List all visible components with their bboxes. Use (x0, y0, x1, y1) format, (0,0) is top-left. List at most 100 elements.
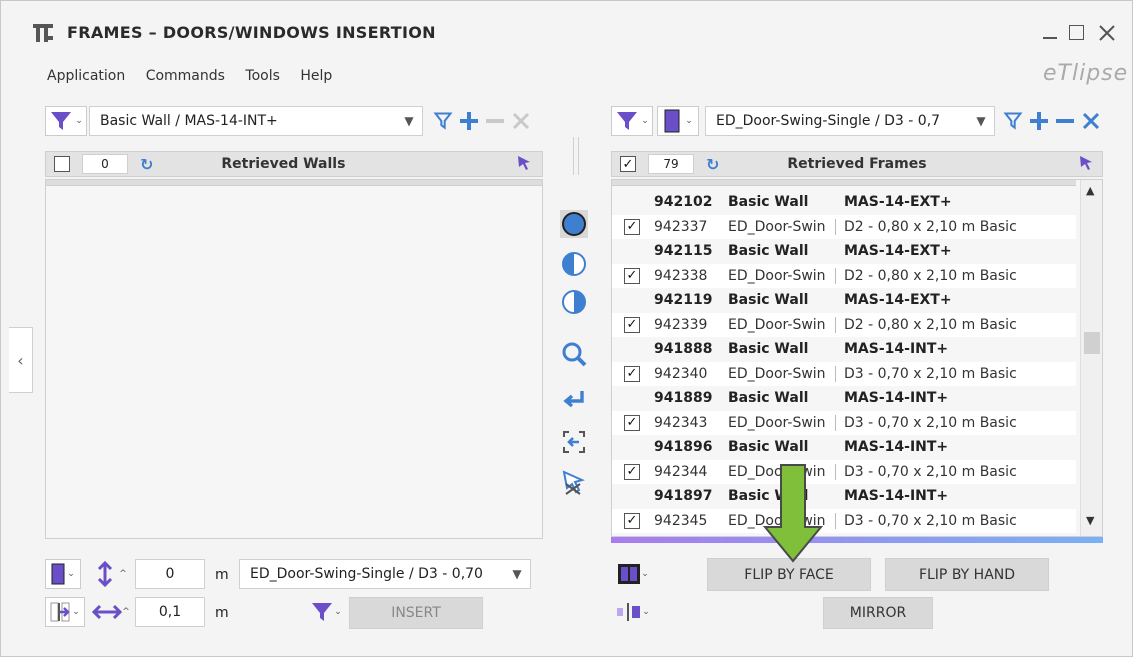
frame-row-category: Basic Wall (728, 341, 809, 357)
apply-frame-filter-button[interactable] (1001, 109, 1025, 133)
frames-rows: 942102 Basic Wall MAS-14-EXT+ ✓ 942337 ED_Doo… (612, 190, 1076, 536)
wall-filter-value: Basic Wall / MAS-14-INT+ (100, 113, 278, 129)
maximize-button[interactable] (1069, 25, 1087, 43)
deselect-button[interactable] (557, 465, 591, 499)
select-cursor-icon[interactable] (516, 154, 532, 174)
frame-row-type: D3 - 0,70 x 2,10 m Basic (844, 414, 1017, 431)
add-button[interactable] (457, 109, 481, 133)
frames-scrollbar[interactable]: ▲ ▼ (1080, 180, 1102, 536)
wall-filter-dropdown[interactable]: Basic Wall / MAS-14-INT+ ▼ (89, 106, 423, 136)
frame-group-row[interactable]: 941896 Basic Wall MAS-14-INT+ (612, 435, 1076, 459)
refresh-icon[interactable]: ↻ (706, 155, 719, 174)
scrollbar-thumb[interactable] (1084, 332, 1100, 354)
frame-row-id: 942337 (654, 218, 708, 235)
flip-mode-button[interactable]: ⌄ (613, 559, 653, 589)
select-element-button[interactable] (557, 427, 591, 457)
spacing-button[interactable]: ^ (89, 597, 133, 627)
frame-row-category: Basic Wall (728, 390, 809, 406)
frame-row-checkbox[interactable]: ✓ (624, 512, 640, 529)
frame-group-row[interactable]: 941888 Basic Wall MAS-14-INT+ (612, 337, 1076, 361)
half-circle-left-icon (562, 252, 586, 276)
frames-list[interactable]: 942102 Basic Wall MAS-14-EXT+ ✓ 942337 ED_Doo… (611, 179, 1103, 537)
zoom-button[interactable] (557, 339, 591, 369)
chevron-up-icon: ^ (119, 569, 127, 579)
chevron-down-icon: ▼ (976, 114, 986, 128)
flip-by-hand-button[interactable]: FLIP BY HAND (885, 558, 1049, 591)
frame-row-checkbox[interactable]: ✓ (624, 218, 640, 235)
frame-filter-type-button[interactable]: ⌄ (611, 106, 653, 136)
select-cursor-icon[interactable] (1078, 154, 1094, 174)
collapse-panel-handle[interactable]: ‹ (9, 327, 33, 393)
apply-filter-button[interactable] (431, 109, 455, 133)
frame-row-type: MAS-14-INT+ (844, 390, 949, 406)
insert-button[interactable]: INSERT (349, 597, 483, 629)
clear-filter-icon (512, 112, 530, 130)
frame-group-row[interactable]: 941889 Basic Wall MAS-14-INT+ (612, 386, 1076, 410)
frame-row-checkbox[interactable]: ✓ (624, 414, 640, 431)
frame-group-row[interactable]: 941897 Basic Wall MAS-14-INT+ (612, 484, 1076, 508)
add-frame-button[interactable] (1027, 109, 1051, 133)
select-all-frames-checkbox[interactable]: ✓ (620, 156, 636, 172)
return-button[interactable] (557, 385, 591, 415)
menu-application[interactable]: Application (47, 68, 125, 84)
menu-bar: Application Commands Tools Help (47, 68, 348, 84)
panel-splitter[interactable] (573, 137, 579, 175)
vertical-offset-button[interactable]: ^ (89, 559, 133, 589)
frame-row-category: ED_Door-Swin (728, 316, 836, 333)
filter-type-button[interactable]: ⌄ (45, 106, 87, 136)
alignment-button[interactable]: ⌄ (45, 597, 85, 627)
frame-filter-dropdown[interactable]: ED_Door-Swing-Single / D3 - 0,7 ▼ (705, 106, 995, 136)
frame-group-row[interactable]: 942102 Basic Wall MAS-14-EXT+ (612, 190, 1076, 214)
frame-item-row[interactable]: ✓ 942340 ED_Door-Swin D3 - 0,70 x 2,10 m Ba… (612, 361, 1076, 386)
frame-group-row[interactable]: 942115 Basic Wall MAS-14-EXT+ (612, 239, 1076, 263)
spacing-input[interactable]: 0,1 (135, 597, 205, 627)
frame-row-category: ED_Door-Swin (728, 218, 836, 235)
mirror-button[interactable]: MIRROR (823, 597, 933, 629)
frame-row-id: 942345 (654, 512, 708, 529)
frame-row-checkbox[interactable]: ✓ (624, 267, 640, 284)
frame-row-id: 942339 (654, 316, 708, 333)
frame-row-checkbox[interactable]: ✓ (624, 316, 640, 333)
frame-group-row[interactable]: 942119 Basic Wall MAS-14-EXT+ (612, 288, 1076, 312)
refresh-icon[interactable]: ↻ (140, 155, 153, 174)
frame-row-checkbox[interactable]: ✓ (624, 463, 640, 480)
close-button[interactable] (1095, 21, 1119, 45)
frame-item-row[interactable]: ✓ 942345 ED_Door-Swin D3 - 0,70 x 2,10 m Ba… (612, 508, 1076, 533)
frame-row-checkbox[interactable]: ✓ (624, 365, 640, 382)
vertical-offset-input[interactable]: 0 (135, 559, 205, 589)
door-frame-icon (51, 563, 65, 585)
frame-item-row[interactable]: ✓ 942344 ED_Door-Swin D3 - 0,70 x 2,10 m Ba… (612, 459, 1076, 484)
insert-type-dropdown[interactable]: ED_Door-Swing-Single / D3 - 0,70 ▼ (239, 559, 531, 589)
minimize-button[interactable] (1041, 21, 1061, 45)
clear-filter-icon (1082, 112, 1100, 130)
chevron-down-icon: ⌄ (67, 569, 75, 579)
remove-button[interactable] (483, 109, 507, 133)
remove-frame-button[interactable] (1053, 109, 1077, 133)
select-all-button[interactable] (557, 207, 591, 241)
walls-list[interactable] (45, 179, 543, 539)
chevron-up-icon: ^ (122, 607, 130, 617)
insert-filter-button[interactable]: ⌄ (305, 597, 347, 627)
mirror-mode-button[interactable]: ⌄ (613, 597, 653, 627)
frame-item-row[interactable]: ✓ 942338 ED_Door-Swin D2 - 0,80 x 2,10 m Ba… (612, 263, 1076, 288)
frame-category-button[interactable]: ⌄ (657, 106, 699, 136)
frame-row-id: 942344 (654, 463, 708, 480)
scroll-down-icon[interactable]: ▼ (1086, 514, 1094, 527)
frame-item-row[interactable]: ✓ 942339 ED_Door-Swin D2 - 0,80 x 2,10 m Ba… (612, 312, 1076, 337)
frame-item-row[interactable]: ✓ 942343 ED_Door-Swin D3 - 0,70 x 2,10 m Ba… (612, 410, 1076, 435)
chevron-down-icon: ▼ (512, 567, 522, 581)
scroll-up-icon[interactable]: ▲ (1086, 184, 1094, 197)
clear-filter-button[interactable] (509, 109, 533, 133)
chevron-down-icon: ⌄ (642, 607, 650, 617)
frame-item-row[interactable]: ✓ 942337 ED_Door-Swin D2 - 0,80 x 2,10 m Ba… (612, 214, 1076, 239)
select-right-half-button[interactable] (557, 287, 591, 317)
select-left-half-button[interactable] (557, 249, 591, 279)
menu-commands[interactable]: Commands (146, 68, 225, 84)
select-all-walls-checkbox[interactable] (54, 156, 70, 172)
menu-tools[interactable]: Tools (245, 68, 280, 84)
return-arrow-icon (563, 391, 584, 408)
frame-type-button[interactable]: ⌄ (45, 559, 81, 589)
clear-frame-filter-button[interactable] (1079, 109, 1103, 133)
menu-help[interactable]: Help (300, 68, 332, 84)
half-circle-right-icon (562, 290, 586, 314)
